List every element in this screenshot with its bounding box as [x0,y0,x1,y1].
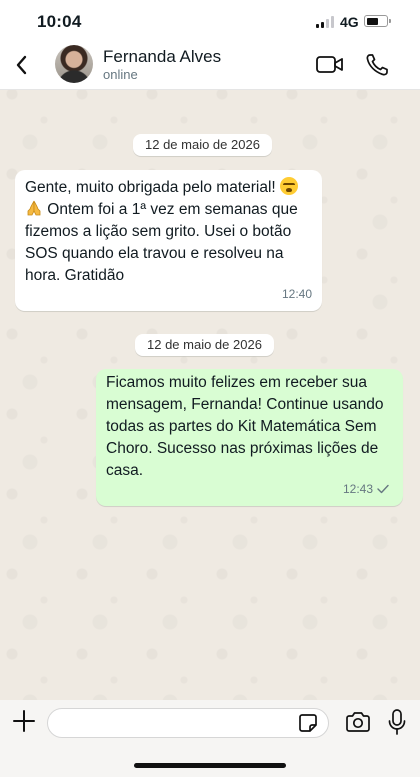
sticker-icon [299,714,317,732]
single-check-icon [377,484,389,494]
crying-face-emoji [280,177,299,195]
status-bar: 10:04 4G [0,0,420,42]
message-text: Gente, muito obrigada pelo material! Ont… [25,177,312,287]
contact-status: online [103,67,138,82]
message-input[interactable] [47,708,329,738]
attach-button[interactable] [12,709,36,733]
message-text-part: Gente, muito obrigada pelo material! [25,179,281,196]
incoming-message[interactable]: Gente, muito obrigada pelo material! Ont… [15,170,322,311]
battery-icon [364,15,391,27]
battery-level [366,17,379,25]
contact-name[interactable]: Fernanda Alves [103,47,221,67]
home-indicator [134,763,286,768]
voice-call-button[interactable] [364,52,390,78]
composer-bar [0,700,420,777]
message-text: Ficamos muito felizes em receber sua men… [106,374,388,479]
video-call-button[interactable] [315,54,345,76]
microphone-icon [388,709,406,735]
plus-icon [13,710,35,732]
chevron-left-icon [16,55,27,75]
back-button[interactable] [10,50,36,80]
message-time: 12:43 [342,482,373,496]
folded-hands-emoji [27,200,41,216]
chat-header: Fernanda Alves online [0,42,420,90]
message-meta: 12:43 [343,478,389,500]
date-divider: 12 de maio de 2026 [135,334,274,356]
sticker-button[interactable] [297,712,319,734]
camera-button[interactable] [345,711,371,733]
date-divider: 12 de maio de 2026 [133,134,272,156]
video-icon [316,56,343,73]
avatar[interactable] [55,45,93,83]
phone-icon [366,54,388,76]
message-time: 12:40 [281,287,312,301]
status-time: 10:04 [37,12,82,31]
message-text-part: Ontem foi a 1ª vez em semanas que fizemo… [25,201,303,284]
microphone-button[interactable] [387,708,407,736]
camera-icon [346,712,370,732]
network-type: 4G [340,14,359,30]
signal-icon [316,16,336,28]
outgoing-message[interactable]: Ficamos muito felizes em receber sua men… [96,369,403,506]
